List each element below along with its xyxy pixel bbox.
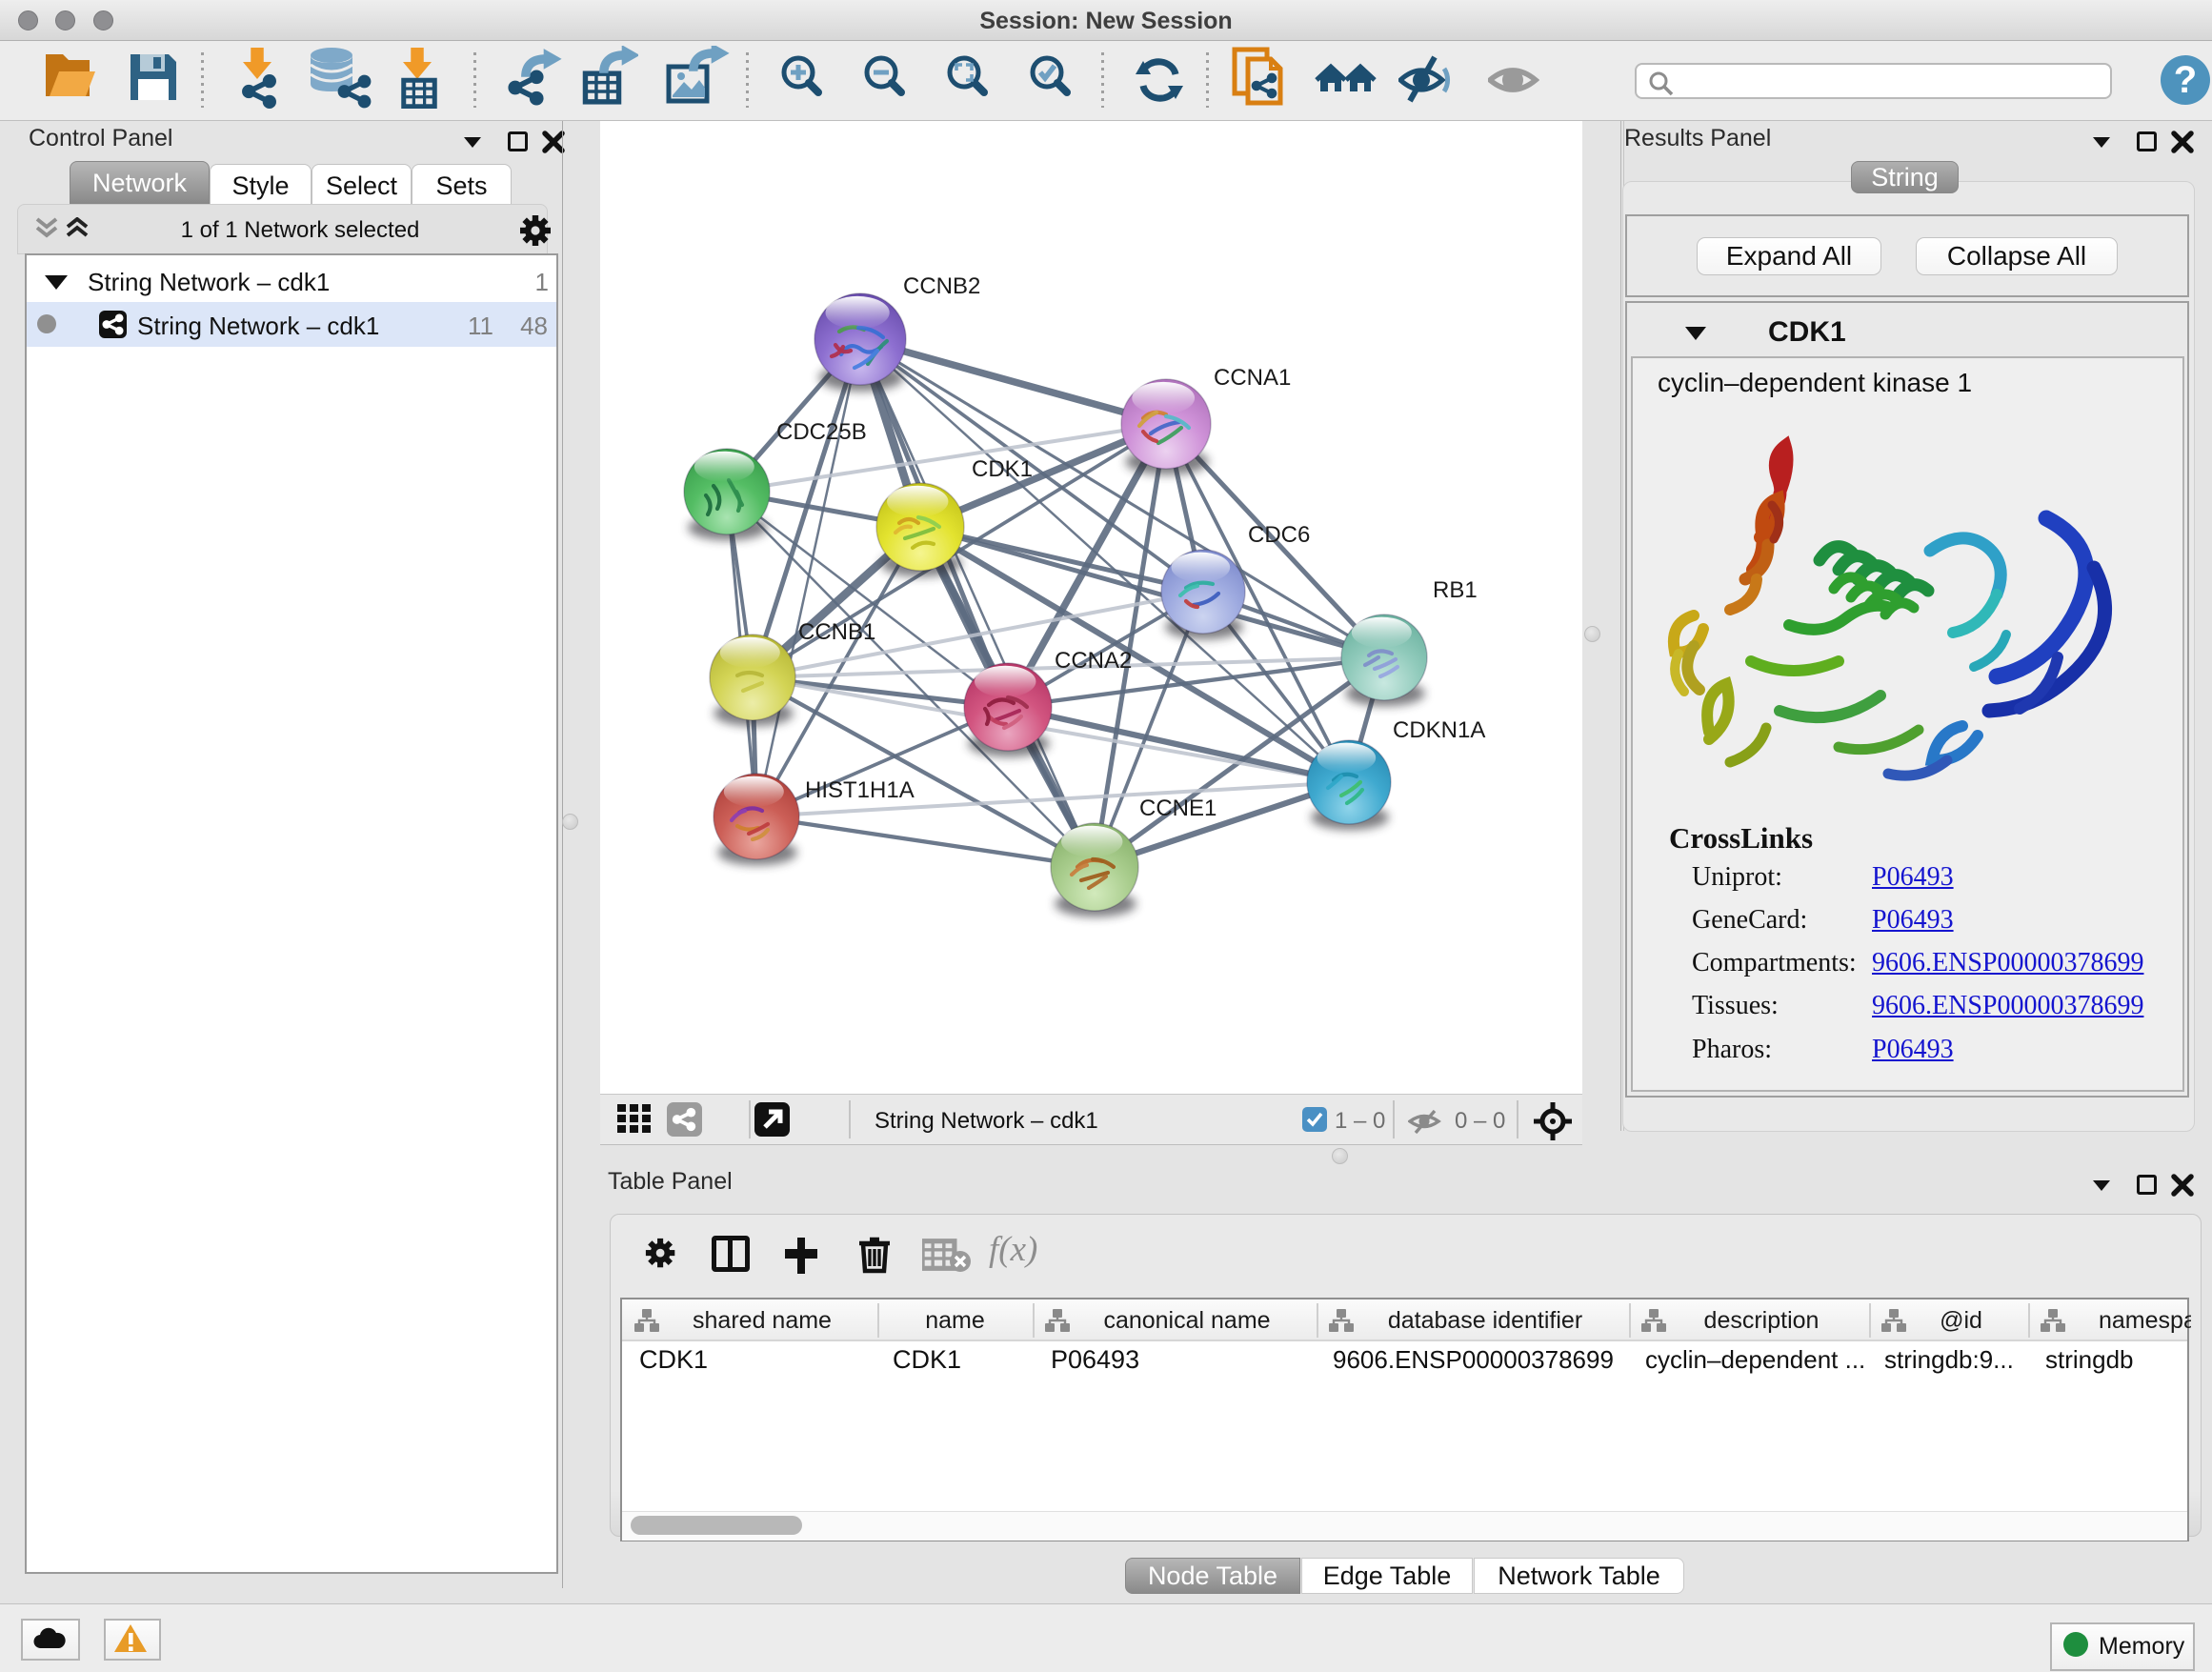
svg-text:CCNB2: CCNB2 [903, 273, 980, 299]
svg-text:CCNB1: CCNB1 [798, 619, 875, 645]
svg-text:RB1: RB1 [1433, 577, 1478, 603]
svg-text:CCNA2: CCNA2 [1055, 648, 1132, 674]
svg-text:CDKN1A: CDKN1A [1393, 717, 1485, 743]
svg-text:CDK1: CDK1 [972, 456, 1033, 482]
svg-text:CDC6: CDC6 [1248, 522, 1310, 548]
svg-text:CDC25B: CDC25B [776, 419, 867, 445]
svg-text:?: ? [2174, 59, 2197, 101]
svg-text:CCNA1: CCNA1 [1214, 365, 1291, 391]
svg-text:CCNE1: CCNE1 [1139, 796, 1217, 821]
svg-text:HIST1H1A: HIST1H1A [805, 777, 915, 803]
